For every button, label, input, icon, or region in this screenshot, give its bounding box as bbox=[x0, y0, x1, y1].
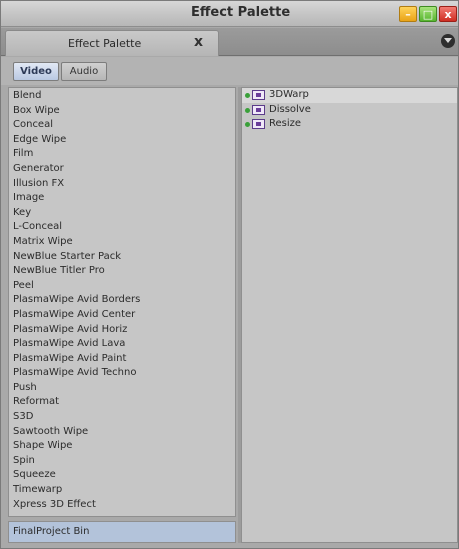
category-item[interactable]: Image bbox=[9, 191, 235, 206]
category-item[interactable]: Timewarp bbox=[9, 483, 235, 498]
effect-list-pane[interactable]: 3DWarp Dissolve Resize bbox=[241, 87, 458, 543]
category-item[interactable]: NewBlue Starter Pack bbox=[9, 250, 235, 265]
bin-label: FinalProject Bin bbox=[13, 526, 90, 537]
close-button[interactable]: x bbox=[439, 6, 457, 22]
filter-toolbar: Video Audio bbox=[1, 57, 458, 85]
audio-filter-button[interactable]: Audio bbox=[61, 62, 107, 81]
category-item[interactable]: Illusion FX bbox=[9, 177, 235, 192]
category-item[interactable]: NewBlue Titler Pro bbox=[9, 264, 235, 279]
minimize-button[interactable]: – bbox=[399, 6, 417, 22]
category-list: Blend Box Wipe Conceal Edge Wipe Film Generat… bbox=[9, 88, 235, 512]
effect-label: 3DWarp bbox=[269, 89, 309, 100]
category-item[interactable]: Reformat bbox=[9, 395, 235, 410]
category-item[interactable]: Peel bbox=[9, 279, 235, 294]
category-item[interactable]: PlasmaWipe Avid Techno bbox=[9, 366, 235, 381]
category-item[interactable]: PlasmaWipe Avid Paint bbox=[9, 352, 235, 367]
effect-item[interactable]: Resize bbox=[242, 117, 457, 132]
category-item[interactable]: Shape Wipe bbox=[9, 439, 235, 454]
status-dot-icon bbox=[245, 93, 250, 98]
category-item[interactable]: Edge Wipe bbox=[9, 133, 235, 148]
category-item[interactable]: L-Conceal bbox=[9, 220, 235, 235]
category-item[interactable]: Key bbox=[9, 206, 235, 221]
tab-close-icon[interactable]: x bbox=[194, 34, 203, 50]
category-item[interactable]: Push bbox=[9, 381, 235, 396]
category-item[interactable]: Film bbox=[9, 147, 235, 162]
bin-selector[interactable]: FinalProject Bin bbox=[8, 521, 236, 543]
effect-icon bbox=[252, 104, 265, 115]
category-item[interactable]: PlasmaWipe Avid Horiz bbox=[9, 323, 235, 338]
effect-icon bbox=[252, 90, 265, 100]
category-item[interactable]: Spin bbox=[9, 454, 235, 469]
category-item[interactable]: Xpress 3D Effect bbox=[9, 498, 235, 513]
maximize-button[interactable]: □ bbox=[419, 6, 437, 22]
category-item[interactable]: PlasmaWipe Avid Center bbox=[9, 308, 235, 323]
video-filter-button[interactable]: Video bbox=[13, 62, 59, 81]
category-item[interactable]: Box Wipe bbox=[9, 104, 235, 119]
tab-effect-palette[interactable]: Effect Palette x bbox=[5, 30, 219, 56]
category-item[interactable]: Blend bbox=[9, 89, 235, 104]
tab-label: Effect Palette bbox=[68, 37, 142, 50]
effect-label: Resize bbox=[269, 118, 302, 130]
effect-palette-window: Effect Palette – □ x Effect Palette x Vi… bbox=[0, 0, 459, 549]
category-list-pane[interactable]: Blend Box Wipe Conceal Edge Wipe Film Generat… bbox=[8, 87, 236, 517]
effect-item[interactable]: Dissolve bbox=[242, 103, 457, 118]
category-item[interactable]: PlasmaWipe Avid Borders bbox=[9, 293, 235, 308]
title-bar[interactable]: Effect Palette – □ x bbox=[1, 1, 458, 27]
tab-strip: Effect Palette x bbox=[1, 28, 458, 56]
effect-label: Dissolve bbox=[269, 103, 311, 115]
category-item[interactable]: S3D bbox=[9, 410, 235, 425]
status-dot-icon bbox=[245, 107, 250, 113]
effect-list: 3DWarp Dissolve Resize bbox=[242, 88, 457, 132]
category-item[interactable]: Sawtooth Wipe bbox=[9, 425, 235, 440]
category-item[interactable]: Conceal bbox=[9, 118, 235, 133]
window-title: Effect Palette bbox=[191, 5, 291, 20]
effect-item[interactable]: 3DWarp bbox=[242, 88, 457, 103]
status-dot-icon bbox=[245, 122, 250, 128]
effect-icon bbox=[252, 119, 265, 130]
category-item[interactable]: Squeeze bbox=[9, 468, 235, 483]
category-item[interactable]: PlasmaWipe Avid Lava bbox=[9, 337, 235, 352]
panel-menu-icon[interactable] bbox=[441, 34, 455, 48]
category-item[interactable]: Generator bbox=[9, 162, 235, 177]
category-item[interactable]: Matrix Wipe bbox=[9, 235, 235, 250]
